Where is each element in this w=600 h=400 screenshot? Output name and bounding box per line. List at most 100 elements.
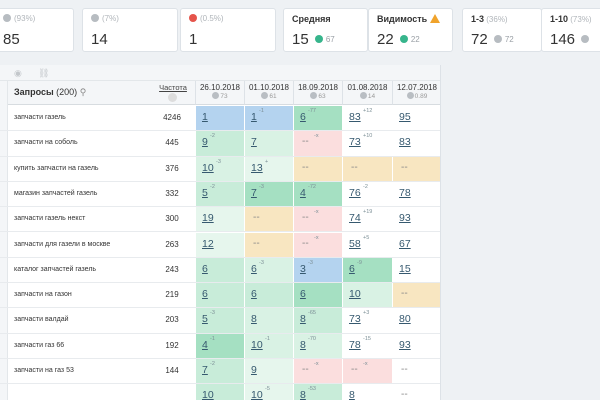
position-change: -x: [314, 209, 319, 216]
position-link[interactable]: 3: [300, 263, 306, 275]
query-text[interactable]: запчасти на соболь: [14, 139, 78, 146]
date-label: 01.08.2018: [347, 83, 388, 92]
position-link[interactable]: 73: [349, 136, 361, 148]
position-link[interactable]: 12: [202, 238, 214, 250]
position-link[interactable]: 4: [300, 187, 306, 199]
position-link[interactable]: 7: [251, 187, 257, 199]
position-cell: 74 +19: [342, 207, 392, 232]
position-link[interactable]: 4: [202, 339, 208, 351]
top3-percent: (36%): [486, 15, 508, 24]
position-link[interactable]: 5: [202, 187, 208, 199]
date-column-header[interactable]: 26.10.2018 73: [195, 81, 244, 105]
position-link[interactable]: 8: [300, 313, 306, 325]
date-score: 14: [343, 92, 392, 100]
position-change: -77: [308, 108, 316, 114]
queries-header[interactable]: Запросы (200) ⚲: [14, 87, 86, 98]
table-row: запчасти на соболь 445 9 -2 7 -- -x 73 +10 83: [0, 131, 440, 157]
query-text[interactable]: запчасти на газон: [14, 291, 72, 298]
date-column-header[interactable]: 12.07.2018 0.89: [392, 81, 440, 105]
date-column-header[interactable]: 18.09.2018 63: [293, 81, 342, 105]
position-link[interactable]: 10: [349, 288, 361, 300]
position-link[interactable]: 93: [399, 212, 411, 224]
position-change: -3: [216, 158, 221, 165]
position-link[interactable]: 8: [300, 389, 306, 400]
position-link[interactable]: 8: [349, 389, 355, 400]
position-link[interactable]: 6: [251, 288, 257, 300]
search-icon[interactable]: ⚲: [80, 87, 87, 97]
position-link[interactable]: 6: [202, 288, 208, 300]
position-cell: 9 -2: [195, 131, 244, 156]
position-cell: 9: [244, 359, 293, 384]
query-text[interactable]: запчасти газель некст: [14, 215, 85, 222]
date-column-header[interactable]: 01.08.2018 14: [342, 81, 392, 105]
score-icon: [212, 92, 220, 99]
query-text[interactable]: купить запчасти на газель: [14, 165, 99, 172]
position-link[interactable]: 80: [399, 313, 411, 325]
position-link[interactable]: 58: [349, 238, 361, 250]
query-frequency: 203: [165, 315, 179, 325]
query-text[interactable]: каталог запчастей газель: [14, 266, 96, 273]
position-link[interactable]: 10: [251, 339, 263, 351]
position-cell: 7 -2: [195, 359, 244, 384]
position-link[interactable]: 78: [349, 339, 361, 351]
frequency-header[interactable]: Частота: [153, 83, 193, 92]
position-change: -1: [210, 335, 215, 342]
query-text[interactable]: запчасти валдай: [14, 316, 69, 323]
position-link[interactable]: 5: [202, 313, 208, 325]
position-link[interactable]: 7: [202, 364, 208, 376]
top10-label: 1-10: [550, 14, 569, 24]
position-cell: 7 -3: [244, 181, 293, 207]
position-link[interactable]: 10: [202, 389, 214, 400]
position-link[interactable]: 74: [349, 212, 361, 224]
query-text[interactable]: запчасти газель: [14, 114, 66, 121]
position-change: +: [265, 158, 269, 165]
warning-icon[interactable]: [430, 14, 441, 23]
query-frequency: 300: [165, 214, 179, 224]
position-link[interactable]: 10: [251, 389, 263, 400]
position-cell: 67: [392, 232, 440, 257]
position-cell: 6: [244, 283, 293, 308]
query-text[interactable]: запчасти для газели в москве: [14, 241, 110, 248]
query-text[interactable]: запчасти на газ 53: [14, 367, 74, 374]
query-text[interactable]: магазин запчастей газель: [14, 190, 97, 197]
position-cell: --: [293, 156, 342, 181]
no-position-text: --: [351, 161, 358, 173]
position-link[interactable]: 10: [202, 162, 214, 174]
no-position-text: --: [401, 389, 408, 400]
position-link[interactable]: 6: [300, 111, 306, 123]
position-link[interactable]: 6: [251, 263, 257, 275]
position-link[interactable]: 95: [399, 111, 411, 123]
position-link[interactable]: 73: [349, 313, 361, 325]
position-cell: 78: [392, 181, 440, 207]
position-cell: --: [392, 156, 440, 181]
top3-delta: 72: [504, 35, 514, 44]
position-link[interactable]: 6: [300, 288, 306, 300]
query-text[interactable]: запчасти газ 66: [14, 342, 64, 349]
position-link[interactable]: 13: [251, 162, 263, 174]
position-link[interactable]: 8: [251, 313, 257, 325]
position-link[interactable]: 83: [349, 111, 361, 123]
position-link[interactable]: 1: [202, 111, 208, 123]
position-cell: 19: [195, 207, 244, 232]
position-link[interactable]: 8: [300, 339, 306, 351]
position-link[interactable]: 6: [202, 263, 208, 275]
eye-icon[interactable]: ◉: [14, 68, 22, 79]
position-link[interactable]: 19: [202, 212, 214, 224]
score-icon: [359, 92, 367, 99]
position-link[interactable]: 1: [251, 111, 257, 123]
link-icon[interactable]: ⛓: [38, 68, 49, 79]
position-link[interactable]: 9: [202, 136, 208, 148]
position-link[interactable]: 9: [251, 364, 257, 376]
position-link[interactable]: 93: [399, 339, 411, 351]
position-link[interactable]: 7: [251, 136, 257, 148]
stat-percent: (7%): [102, 14, 119, 23]
position-link[interactable]: 67: [399, 238, 411, 250]
position-change: -1: [259, 108, 264, 114]
date-column-header[interactable]: 01.10.2018 61: [244, 81, 293, 105]
position-link[interactable]: 6: [349, 263, 355, 275]
position-link[interactable]: 78: [399, 187, 411, 199]
no-position-text: --: [253, 212, 260, 224]
position-link[interactable]: 83: [399, 136, 411, 148]
position-link[interactable]: 15: [399, 263, 411, 275]
position-link[interactable]: 76: [349, 187, 361, 199]
